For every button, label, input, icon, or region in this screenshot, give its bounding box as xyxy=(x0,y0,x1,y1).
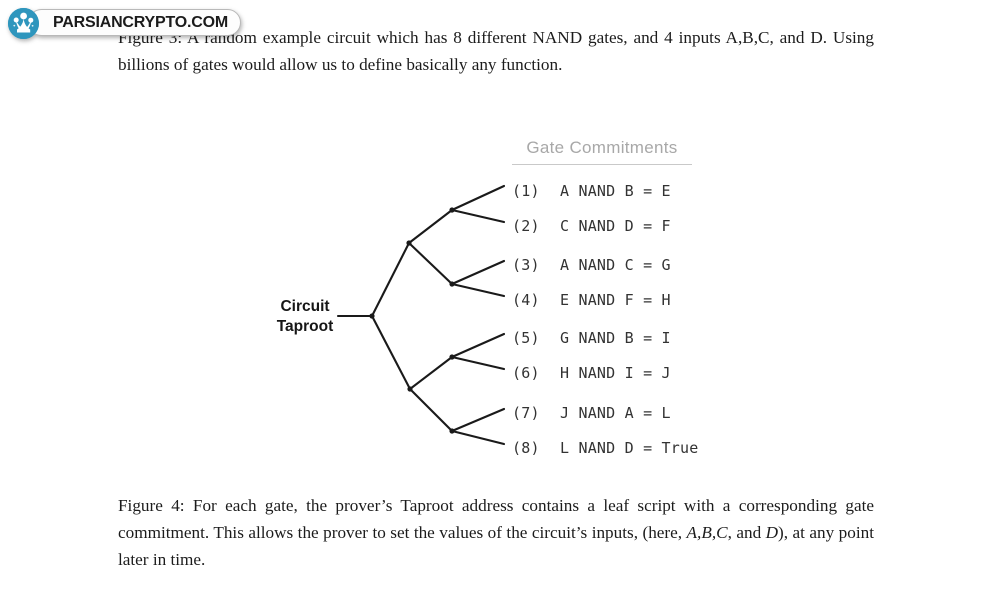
watermark: PARSIANCRYPTO.COM xyxy=(8,7,241,39)
tree-node-b2 xyxy=(449,281,455,287)
figure-4-caption: Figure 4: For each gate, the prover’s Ta… xyxy=(118,492,874,573)
gate-expression: A NAND C = G xyxy=(560,256,671,274)
tree-edge-u-lower xyxy=(407,241,454,286)
gate-row: (2) C NAND D = F xyxy=(512,217,671,235)
tree-node-root xyxy=(369,313,375,319)
gate-expression: H NAND I = J xyxy=(560,364,671,382)
gate-row: (4) E NAND F = H xyxy=(512,291,671,309)
circuit-taproot-label-line2: Taproot xyxy=(276,318,334,335)
gate-number: (1) xyxy=(512,182,540,200)
tree-edge-root-upper xyxy=(370,241,411,318)
tree-edge-root-lower xyxy=(370,314,412,391)
tree-edge-l-upper xyxy=(408,355,454,391)
gate-expression: C NAND D = F xyxy=(560,217,671,235)
gate-number: (5) xyxy=(512,329,540,347)
gate-number: (8) xyxy=(512,439,540,457)
gate-row: (8) L NAND D = True xyxy=(512,439,698,457)
tree-leaf-8 xyxy=(450,429,506,446)
caption-part-2: , and xyxy=(727,523,766,542)
gate-expression: A NAND B = E xyxy=(560,182,671,200)
tree-leaf-6 xyxy=(450,355,506,371)
gate-expression: J NAND A = L xyxy=(560,404,671,422)
tree-node-b3 xyxy=(449,354,455,360)
gate-commitments-panel: Gate Commitments (1) A NAND B = E (2) C NA… xyxy=(512,138,762,457)
watermark-pill: PARSIANCRYPTO.COM xyxy=(28,9,241,36)
gate-number: (4) xyxy=(512,291,540,309)
watermark-text: PARSIANCRYPTO.COM xyxy=(53,13,228,31)
gate-number: (3) xyxy=(512,256,540,274)
caption-math-inputs: A,B,C xyxy=(686,523,728,542)
caption-math-d: D xyxy=(765,523,779,542)
gate-expression: G NAND B = I xyxy=(560,329,671,347)
tree-node-b1 xyxy=(449,207,455,213)
gate-commitments-title: Gate Commitments xyxy=(512,138,692,165)
tree-edge-l-lower xyxy=(408,387,454,433)
tree-node-lower xyxy=(407,386,413,392)
gate-row: (5) G NAND B = I xyxy=(512,329,671,347)
tree-leaf-5 xyxy=(450,332,506,359)
tree-leaf-7 xyxy=(450,407,506,433)
gate-row: (3) A NAND C = G xyxy=(512,256,671,274)
circuit-taproot-label: Circuit Taproot xyxy=(255,297,355,337)
tree-node-upper xyxy=(406,240,412,246)
gate-row: (7) J NAND A = L xyxy=(512,404,671,422)
gate-number: (6) xyxy=(512,364,540,382)
gate-number: (2) xyxy=(512,217,540,235)
gate-expression: E NAND F = H xyxy=(560,291,671,309)
tree-leaf-4 xyxy=(450,282,506,298)
circuit-taproot-label-line1: Circuit xyxy=(280,298,330,315)
tree-nodes xyxy=(369,207,455,434)
gate-row: (1) A NAND B = E xyxy=(512,182,671,200)
gate-number: (7) xyxy=(512,404,540,422)
sprout-logo-icon xyxy=(8,7,39,39)
tree-edge-u-upper xyxy=(407,208,454,245)
tree-leaf-1 xyxy=(450,184,506,212)
tree-leaf-3 xyxy=(450,259,506,286)
tree-leaf-2 xyxy=(450,208,506,224)
gate-row: (6) H NAND I = J xyxy=(512,364,671,382)
gate-expression: L NAND D = True xyxy=(560,439,699,457)
tree-node-b4 xyxy=(449,428,455,434)
